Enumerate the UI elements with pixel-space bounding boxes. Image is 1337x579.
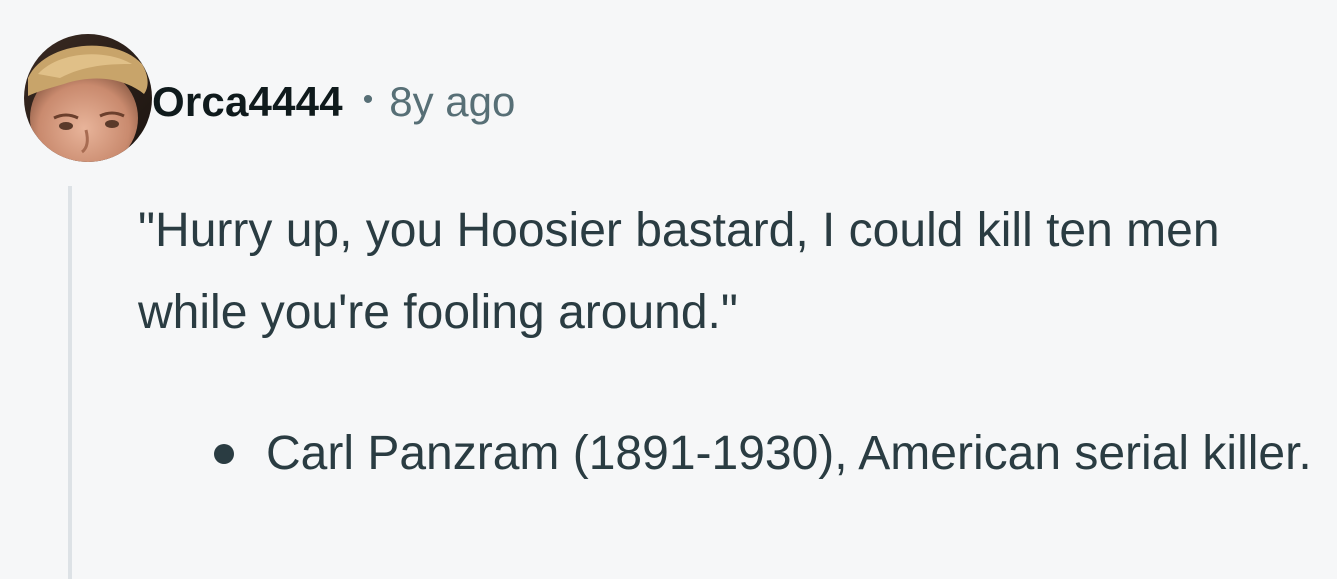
- bullet-dot-icon: [214, 444, 234, 464]
- meta-separator: •: [362, 83, 374, 116]
- list-item-text: Carl Panzram (1891-1930), American seria…: [266, 427, 1312, 480]
- list-item: Carl Panzram (1891-1930), American seria…: [212, 413, 1322, 495]
- comment-quote: "Hurry up, you Hoosier bastard, I could …: [138, 204, 1220, 339]
- user-avatar-icon[interactable]: [24, 34, 152, 162]
- comment-body: "Hurry up, you Hoosier bastard, I could …: [138, 190, 1318, 354]
- username-link[interactable]: Orca4444: [152, 78, 343, 126]
- comment: Orca4444 • 8y ago "Hurry up, you Hoosier…: [0, 0, 1337, 579]
- comment-bullet-list: Carl Panzram (1891-1930), American seria…: [212, 413, 1322, 495]
- avatar-portrait: [24, 34, 152, 162]
- thread-collapse-line[interactable]: [68, 186, 72, 579]
- comment-meta: Orca4444 • 8y ago: [152, 72, 515, 132]
- comment-timestamp[interactable]: 8y ago: [389, 78, 515, 126]
